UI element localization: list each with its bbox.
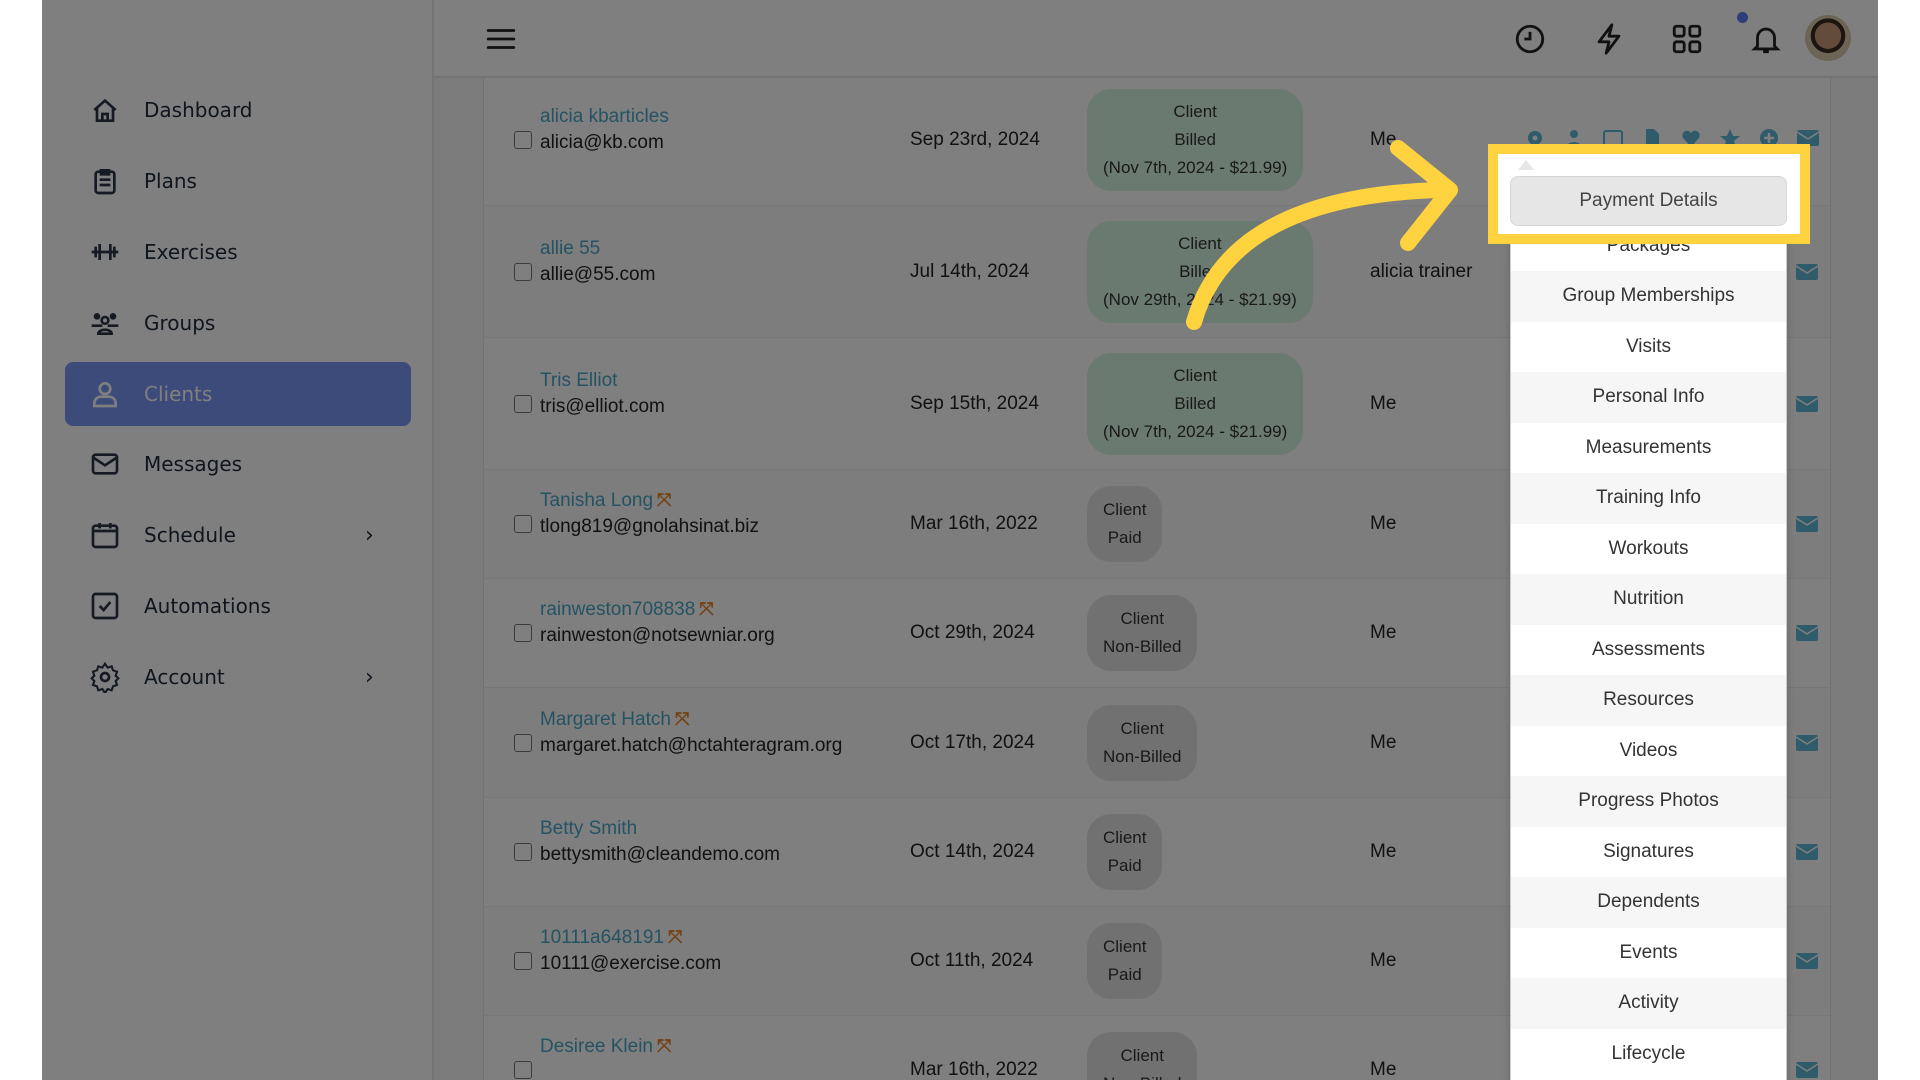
- menu-item-workouts[interactable]: Workouts: [1511, 524, 1786, 575]
- highlight-box: Payment Details: [1488, 144, 1810, 244]
- menu-item-videos[interactable]: Videos: [1511, 726, 1786, 777]
- menu-item-group-memberships[interactable]: Group Memberships: [1511, 271, 1786, 322]
- dropdown-pointer: [1518, 160, 1534, 170]
- menu-item-payment-details[interactable]: Payment Details: [1510, 176, 1787, 226]
- menu-item-events[interactable]: Events: [1511, 928, 1786, 979]
- menu-item-training-info[interactable]: Training Info: [1511, 473, 1786, 524]
- menu-item-progress-photos[interactable]: Progress Photos: [1511, 776, 1786, 827]
- menu-item-activity[interactable]: Activity: [1511, 978, 1786, 1029]
- menu-item-dependents[interactable]: Dependents: [1511, 877, 1786, 928]
- menu-item-personal-info[interactable]: Personal Info: [1511, 372, 1786, 423]
- menu-item-measurements[interactable]: Measurements: [1511, 423, 1786, 474]
- menu-item-signatures[interactable]: Signatures: [1511, 827, 1786, 878]
- menu-item-visits[interactable]: Visits: [1511, 322, 1786, 373]
- menu-item-nutrition[interactable]: Nutrition: [1511, 574, 1786, 625]
- client-actions-dropdown: Payment DetailsPackagesGroup Memberships…: [1510, 169, 1787, 1080]
- menu-item-resources[interactable]: Resources: [1511, 675, 1786, 726]
- menu-item-lifecycle[interactable]: Lifecycle: [1511, 1029, 1786, 1080]
- menu-item-assessments[interactable]: Assessments: [1511, 625, 1786, 676]
